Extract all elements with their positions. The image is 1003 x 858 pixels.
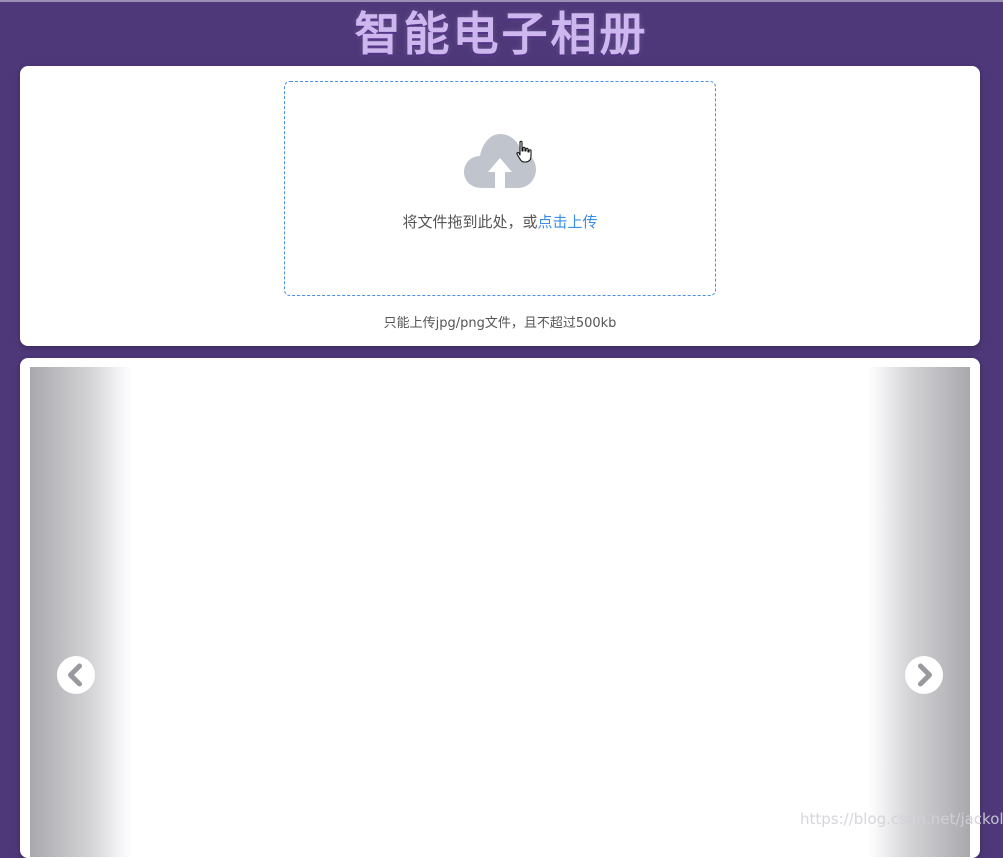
page-title: 智能电子相册 [354, 7, 649, 61]
photo-carousel[interactable] [30, 367, 970, 857]
watermark-text: https://blog.csdn.net/jackols [800, 810, 1003, 828]
click-upload-link[interactable]: 点击上传 [538, 213, 598, 231]
gallery-card [20, 358, 980, 858]
drop-instruction: 将文件拖到此处，或 [402, 213, 538, 231]
carousel-prev-button[interactable] [57, 656, 95, 694]
upload-tip: 只能上传jpg/png文件，且不超过500kb [383, 316, 617, 331]
hand-cursor-icon [516, 140, 532, 163]
chevron-left-icon [68, 663, 82, 687]
chevron-right-icon [918, 663, 932, 687]
window-top-edge [0, 0, 1003, 2]
upload-card: 将文件拖到此处，或点击上传 只能上传jpg/png文件，且不超过500kb [20, 66, 980, 346]
upload-dropzone[interactable]: 将文件拖到此处，或点击上传 [284, 81, 716, 296]
dropzone-text: 将文件拖到此处，或点击上传 [285, 211, 715, 232]
carousel-next-button[interactable] [905, 656, 943, 694]
